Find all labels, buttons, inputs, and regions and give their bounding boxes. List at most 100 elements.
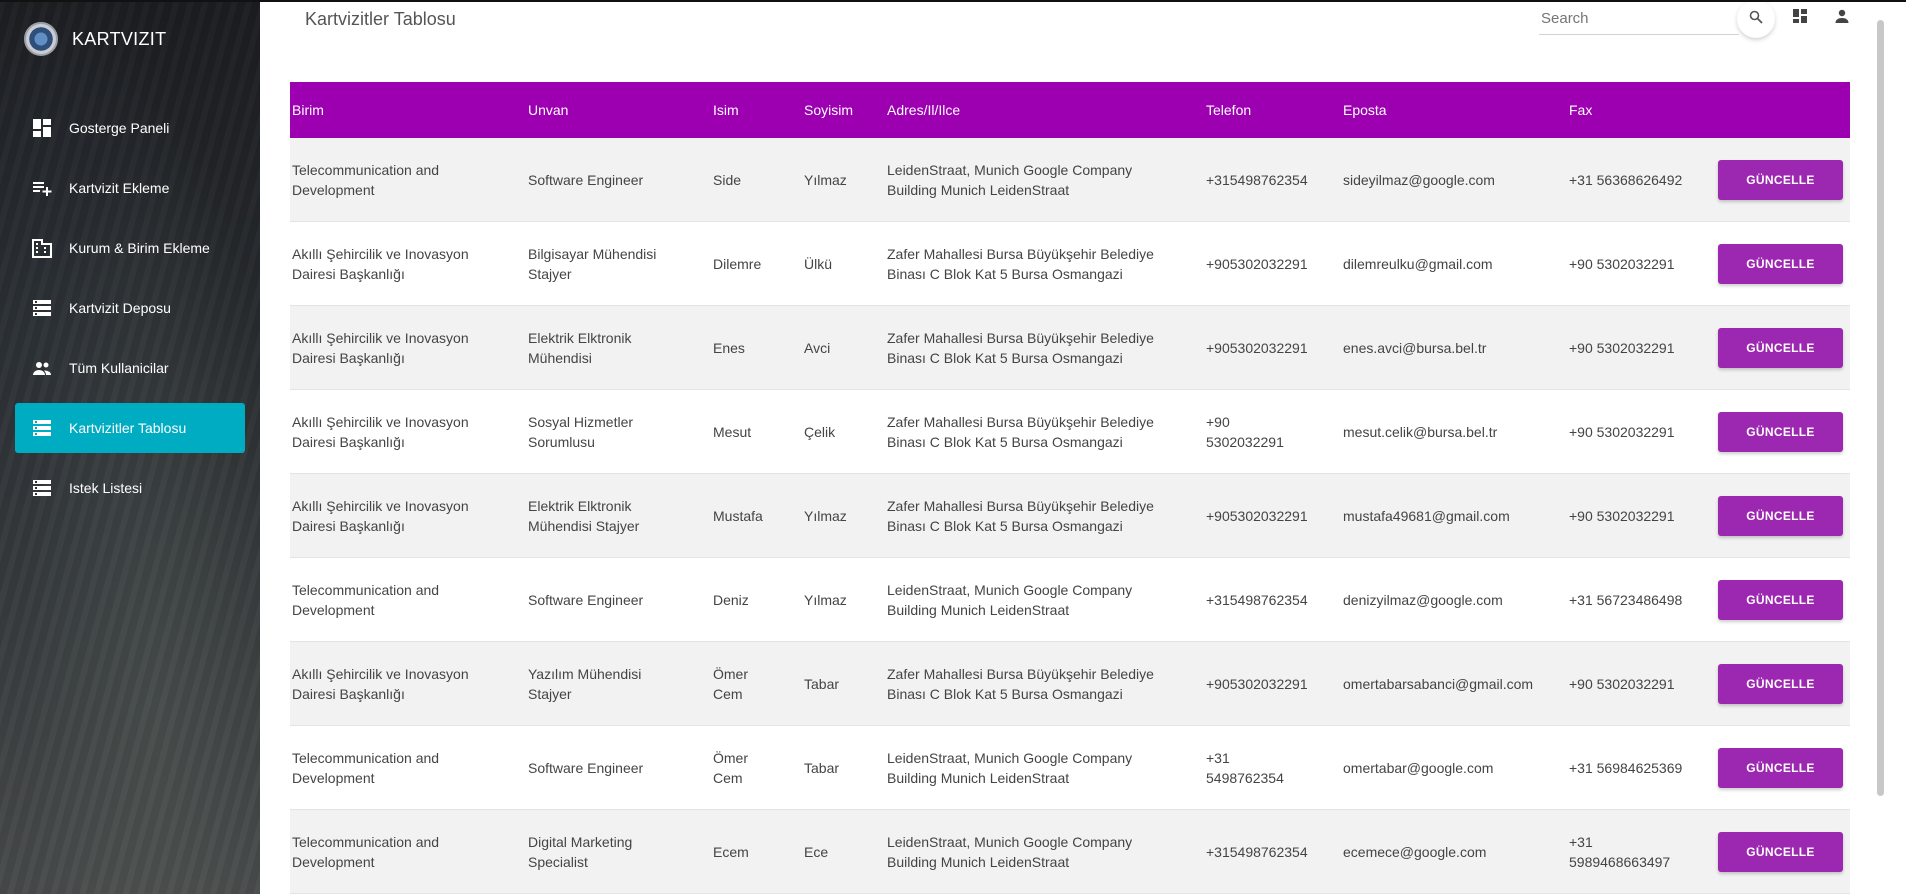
- cell-adres-line: LeidenStraat, Munich Google Company: [887, 161, 1133, 178]
- cell-telefon: +905302032291: [1206, 412, 1284, 452]
- cell-birim: Akıllı Şehircilik ve Inovasyon Dairesi Ba…: [292, 412, 469, 452]
- storage-icon: [32, 418, 52, 438]
- guncelle-button[interactable]: GÜNCELLE: [1718, 495, 1843, 536]
- guncelle-button[interactable]: GÜNCELLE: [1718, 747, 1843, 788]
- table-row: Telecommunication and Development Software…: [290, 558, 1850, 642]
- cell-birim-line: Development: [292, 601, 375, 618]
- guncelle-button[interactable]: GÜNCELLE: [1718, 579, 1843, 620]
- column-header-eposta: Eposta: [1343, 102, 1387, 118]
- guncelle-button[interactable]: GÜNCELLE: [1718, 663, 1843, 704]
- table-header: Birim Unvan Isim Soyisim Adres/Il/Ilce T…: [290, 82, 1850, 138]
- cell-unvan: Elektrik Elktronik Mühendisi: [528, 328, 631, 368]
- sidebar-item-label: Kurum & Birim Ekleme: [69, 240, 210, 256]
- cell-birim-line: Akıllı Şehircilik ve Inovasyon: [292, 329, 469, 346]
- search-button[interactable]: [1737, 0, 1775, 38]
- cell-adres-line: Building Munich LeidenStraat: [887, 769, 1070, 786]
- dashboard-button[interactable]: [1791, 8, 1809, 27]
- sidebar-item-gosterge-paneli[interactable]: Gosterge Paneli: [0, 98, 260, 158]
- cell-adres-line: Building Munich LeidenStraat: [887, 853, 1070, 870]
- cell-isim-line: Ecem: [713, 843, 749, 860]
- cell-telefon: +905302032291: [1206, 338, 1308, 358]
- cell-birim-line: Telecommunication and: [292, 161, 440, 178]
- guncelle-button[interactable]: GÜNCELLE: [1718, 159, 1843, 200]
- brand-name: KARTVIZIT: [72, 28, 167, 49]
- cell-soyisim: Yılmaz: [804, 171, 847, 188]
- cell-fax: +90 5302032291: [1569, 506, 1675, 526]
- cell-birim-line: Akıllı Şehircilik ve Inovasyon: [292, 245, 469, 262]
- cell-unvan-line: Sorumlusu: [528, 433, 595, 450]
- cell-unvan: Sosyal Hizmetler Sorumlusu: [528, 412, 633, 452]
- cell-isim: Ömer Cem: [713, 748, 748, 788]
- cell-birim-line: Akıllı Şehircilik ve Inovasyon: [292, 665, 469, 682]
- cell-eposta: ecemece@google.com: [1343, 843, 1487, 860]
- cell-fax-line: +90 5302032291: [1569, 339, 1675, 356]
- column-header-telefon: Telefon: [1206, 102, 1252, 118]
- cell-fax: +90 5302032291: [1569, 674, 1675, 694]
- cell-fax: +90 5302032291: [1569, 338, 1675, 358]
- cell-unvan-line: Specialist: [528, 853, 588, 870]
- cell-telefon: +905302032291: [1206, 506, 1308, 526]
- cell-unvan-line: Mühendisi: [528, 349, 592, 366]
- column-header-soyisim: Soyisim: [804, 102, 854, 118]
- cell-adres-line: Zafer Mahallesi Bursa Büyükşehir Belediy…: [887, 497, 1154, 514]
- column-header-adres: Adres/Il/Ilce: [887, 102, 961, 118]
- guncelle-button[interactable]: GÜNCELLE: [1718, 831, 1843, 872]
- cell-adres-line: Binası C Blok Kat 5 Bursa Osmangazi: [887, 349, 1123, 366]
- page-title: Kartvizitler Tablosu: [305, 9, 456, 29]
- cell-adres: LeidenStraat, Munich Google Company Build…: [887, 160, 1132, 200]
- cell-isim-line: Side: [713, 171, 742, 188]
- brand-logo: [24, 22, 58, 56]
- brand[interactable]: KARTVIZIT: [24, 22, 166, 56]
- cell-telefon: +315498762354: [1206, 170, 1308, 190]
- cell-birim-line: Akıllı Şehircilik ve Inovasyon: [292, 413, 469, 430]
- cell-fax-line: +90 5302032291: [1569, 675, 1675, 692]
- cell-unvan-line: Digital Marketing: [528, 833, 633, 850]
- cell-eposta: omertabarsabanci@gmail.com: [1343, 675, 1534, 692]
- cell-soyisim: Ülkü: [804, 255, 833, 272]
- cell-birim-line: Development: [292, 181, 375, 198]
- cell-fax-line: +31 56368626492: [1569, 171, 1683, 188]
- cell-isim-line: Mesut: [713, 423, 752, 440]
- cell-isim-line: Enes: [713, 339, 745, 356]
- search-input[interactable]: [1539, 6, 1733, 30]
- page-scrollbar[interactable]: [1877, 20, 1884, 796]
- cell-birim-line: Development: [292, 853, 375, 870]
- cell-unvan-line: Mühendisi Stajyer: [528, 517, 640, 534]
- table-row: Akıllı Şehircilik ve Inovasyon Dairesi Ba…: [290, 390, 1850, 474]
- cell-isim: Dilemre: [713, 254, 761, 274]
- cell-fax: +31 56723486498: [1569, 590, 1682, 610]
- cell-adres-line: Binası C Blok Kat 5 Bursa Osmangazi: [887, 517, 1123, 534]
- cell-birim: Telecommunication and Development: [292, 748, 439, 788]
- table-row: Akıllı Şehircilik ve Inovasyon Dairesi Ba…: [290, 474, 1850, 558]
- column-header-fax: Fax: [1569, 102, 1593, 118]
- sidebar-item-kartvizitler-tablosu[interactable]: Kartvizitler Tablosu: [15, 403, 245, 453]
- cell-isim: Deniz: [713, 590, 749, 610]
- cell-unvan-line: Elektrik Elktronik: [528, 497, 632, 514]
- sidebar-item-kartvizit-ekleme[interactable]: Kartvizit Ekleme: [0, 158, 260, 218]
- cell-telefon-line: +315498762354: [1206, 591, 1308, 608]
- cell-unvan: Digital Marketing Specialist: [528, 832, 632, 872]
- cell-birim-line: Telecommunication and: [292, 749, 440, 766]
- guncelle-button[interactable]: GÜNCELLE: [1718, 411, 1843, 452]
- cell-adres: LeidenStraat, Munich Google Company Build…: [887, 580, 1132, 620]
- guncelle-button[interactable]: GÜNCELLE: [1718, 327, 1843, 368]
- dashboard-icon: [32, 118, 52, 138]
- sidebar-item-kartvizit-deposu[interactable]: Kartvizit Deposu: [0, 278, 260, 338]
- guncelle-button[interactable]: GÜNCELLE: [1718, 243, 1843, 284]
- cell-adres-line: LeidenStraat, Munich Google Company: [887, 749, 1133, 766]
- cell-eposta: dilemreulku@gmail.com: [1343, 255, 1493, 272]
- user-profile-button[interactable]: [1833, 9, 1851, 27]
- sidebar-item-tum-kullanicilar[interactable]: Tüm Kullanicilar: [0, 338, 260, 398]
- cell-unvan-line: Software Engineer: [528, 759, 644, 776]
- search-field[interactable]: [1539, 6, 1739, 35]
- cell-fax-line: +90 5302032291: [1569, 423, 1675, 440]
- cell-adres-line: Building Munich LeidenStraat: [887, 601, 1070, 618]
- sidebar-item-istek-listesi[interactable]: Istek Listesi: [0, 458, 260, 518]
- cell-telefon-line: +90: [1206, 413, 1230, 430]
- cell-soyisim: Ece: [804, 843, 829, 860]
- cell-soyisim: Tabar: [804, 759, 840, 776]
- cell-adres-line: Zafer Mahallesi Bursa Büyükşehir Belediy…: [887, 413, 1154, 430]
- cell-adres-line: Building Munich LeidenStraat: [887, 181, 1070, 198]
- cell-isim: Mesut: [713, 422, 751, 442]
- sidebar-item-kurum-birim-ekleme[interactable]: Kurum & Birim Ekleme: [0, 218, 260, 278]
